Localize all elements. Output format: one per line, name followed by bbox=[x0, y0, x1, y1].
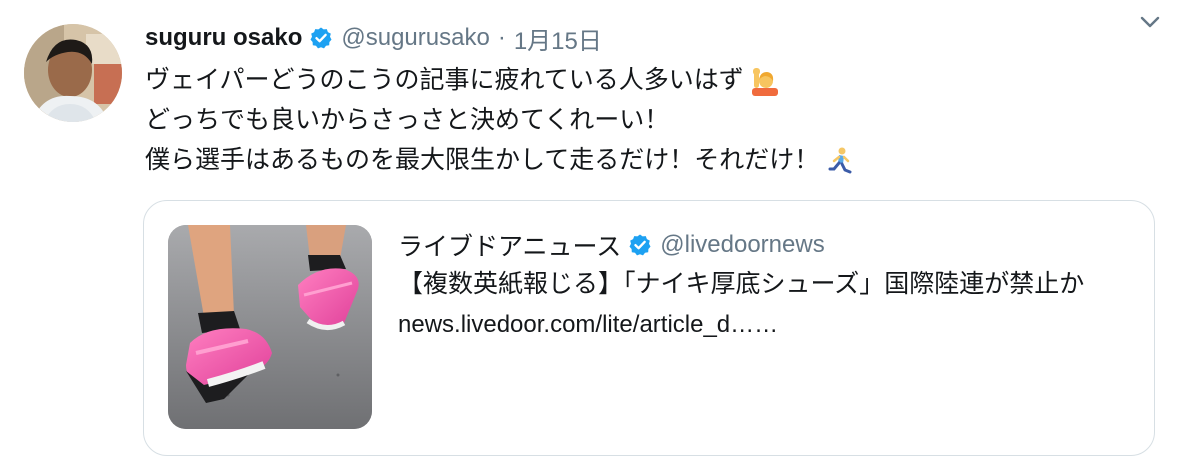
card-body: ライブドアニュース @livedoornews 【複数英紙報じる】「ナイキ厚底シ… bbox=[398, 225, 1130, 343]
card-source-handle: @livedoornews bbox=[660, 231, 825, 258]
avatar[interactable] bbox=[24, 24, 122, 122]
card-header: ライブドアニュース @livedoornews bbox=[398, 225, 1130, 265]
tweet-line-3: 僕ら選手はあるものを最大限生かして走るだけ！それだけ！ bbox=[145, 145, 820, 174]
tweet-header: suguru osako @sugurusako · 1月15日 bbox=[145, 20, 1160, 56]
author-name[interactable]: suguru osako bbox=[145, 24, 302, 52]
card-link[interactable]: news.livedoor.com/lite/article_d…… bbox=[398, 307, 1130, 343]
verified-badge-icon bbox=[309, 26, 333, 50]
verified-badge-icon bbox=[628, 233, 652, 257]
tweet-text: ヴェイパーどうのこうの記事に疲れている人多いはず どっちでも良いからさっさと決め… bbox=[145, 60, 1160, 180]
tweet: suguru osako @sugurusako · 1月15日 ヴェイパーどう… bbox=[0, 0, 1180, 460]
card-thumbnail[interactable] bbox=[168, 225, 372, 429]
card-source-name: ライブドアニュース bbox=[398, 232, 622, 261]
separator-dot: · bbox=[497, 24, 506, 51]
card-title: 【複数英紙報じる】「ナイキ厚底シューズ」国際陸連が禁止か bbox=[398, 269, 1085, 298]
tweet-line-2: どっちでも良いからさっさと決めてくれーい！ bbox=[145, 105, 670, 134]
person-raising-hand-emoji bbox=[750, 66, 780, 96]
chevron-down-icon[interactable] bbox=[1136, 8, 1164, 36]
author-handle[interactable]: @sugurusako bbox=[341, 24, 489, 52]
tweet-date[interactable]: 1月15日 bbox=[514, 21, 602, 56]
person-running-emoji bbox=[825, 146, 855, 176]
tweet-body: suguru osako @sugurusako · 1月15日 ヴェイパーどう… bbox=[145, 20, 1160, 180]
tweet-line-1: ヴェイパーどうのこうの記事に疲れている人多いはず bbox=[145, 65, 744, 94]
link-card[interactable]: ライブドアニュース @livedoornews 【複数英紙報じる】「ナイキ厚底シ… bbox=[143, 200, 1155, 456]
